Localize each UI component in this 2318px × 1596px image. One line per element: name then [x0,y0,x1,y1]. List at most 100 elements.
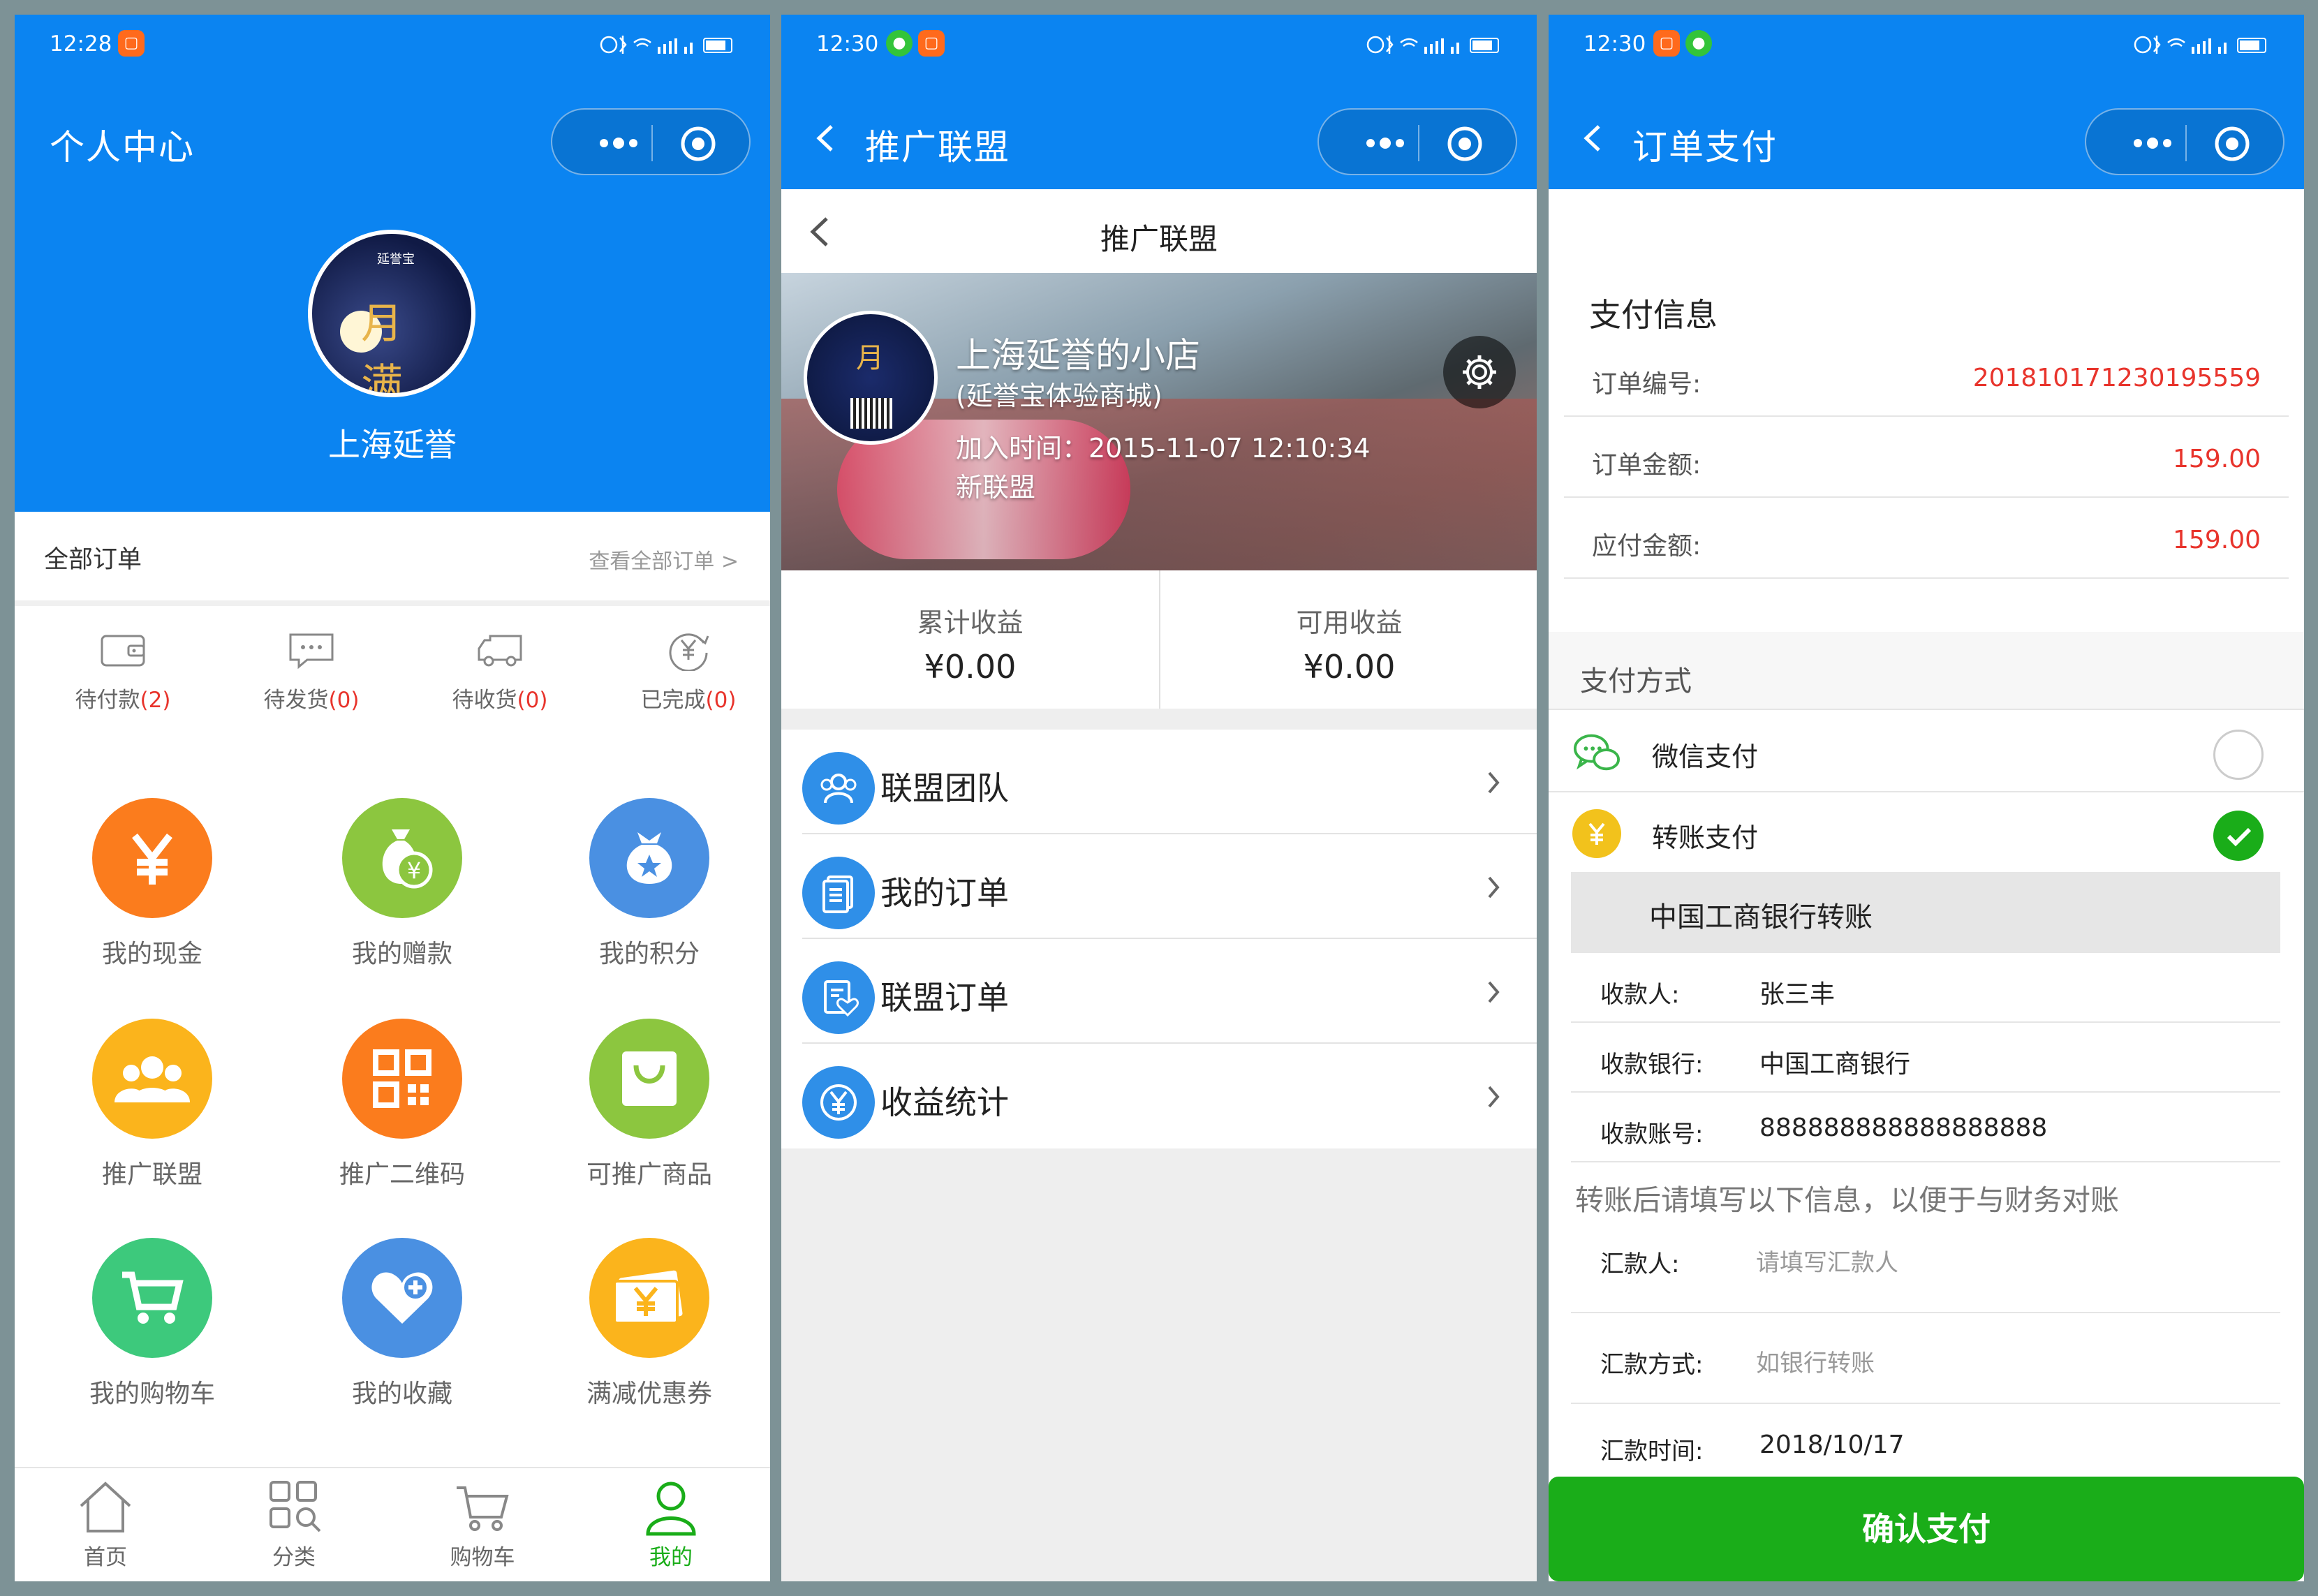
grid-promotable-goods[interactable]: 可推广商品 [545,1019,754,1190]
sub-header-title: 推广联盟 [1100,222,1218,256]
more-dots-icon[interactable] [1361,131,1410,156]
payment-method-title: 支付方式 [1580,665,1692,697]
row-value: 201810171230195559 [1972,364,2261,392]
system-status-icon [600,36,732,54]
order-status-pending-receipt[interactable]: 待收货(0) [406,629,594,714]
tab-label: 购物车 [450,1545,515,1570]
row-label: 应付金额: [1592,532,1701,561]
grid-label: 可推广商品 [586,1160,712,1189]
menu-label: 联盟订单 [880,979,1009,1017]
remit-method-row: 汇款方式: 如银行转账 [1571,1313,2280,1404]
alliance-order-icon [802,961,875,1034]
available-earnings: 可用收益 ¥0.00 [1160,570,1537,709]
yen-icon [1572,809,1621,858]
settings-button[interactable] [1443,336,1516,408]
row-label: 订单编号: [1592,370,1701,399]
wechat-notification-icon: ● [886,30,913,57]
avatar[interactable]: 延誉宝 月满 [308,230,475,397]
more-dots-icon[interactable] [594,131,643,156]
system-status-icon [1366,36,1499,54]
menu-item-team[interactable]: 联盟团队 [802,730,1537,834]
remit-method-input[interactable]: 如银行转账 [1756,1344,1875,1378]
chevron-right-icon [1488,876,1500,899]
grid-my-cash[interactable]: 我的现金 [47,798,257,970]
tab-label: 分类 [272,1545,316,1570]
row-value: 159.00 [2173,445,2261,473]
tab-category[interactable]: 分类 [224,1475,364,1571]
page-title: 推广联盟 [865,127,1010,168]
cart-icon [92,1238,212,1358]
screen-personal-center: 12:28 ▢ 个人中心 延誉宝 月满 上海延誉 全部订单 查看全部订单 > 待… [15,15,770,1581]
radio-checked[interactable] [2213,811,2264,861]
chevron-right-icon [1488,771,1500,794]
grid-my-points[interactable]: 我的积分 [545,798,754,970]
menu-item-earnings-stats[interactable]: 收益统计 [802,1044,1537,1148]
svg-text:¥: ¥ [407,857,421,884]
status-bar: 12:28 ▢ [15,15,770,84]
order-status-completed[interactable]: 已完成(0) [594,629,770,714]
radio-unchecked[interactable] [2213,730,2264,780]
remitter-input[interactable]: 请填写汇款人 [1756,1243,1898,1278]
pay-option-transfer[interactable]: 转账支付 [1549,792,2304,873]
menu-item-my-orders[interactable]: 我的订单 [802,834,1537,939]
order-status-pending-shipment[interactable]: 待发货(0) [217,629,406,714]
message-icon [289,633,334,670]
join-time: 加入时间：2015-11-07 12:10:34 [956,433,1371,464]
money-bag-icon: ¥ [342,798,462,918]
avatar-logo: 延誉宝 [377,252,415,267]
earning-label: 累计收益 [917,607,1024,638]
close-miniprogram-icon[interactable] [2213,125,2251,163]
tab-mine[interactable]: 我的 [601,1475,741,1571]
earning-value: ¥0.00 [1303,648,1396,686]
grid-my-favorites[interactable]: 我的收藏 [297,1238,507,1410]
shop-subtitle: (延誉宝体验商城) [956,380,1162,411]
pay-option-label: 微信支付 [1652,741,1759,772]
confirm-payment-button[interactable]: 确认支付 [1549,1477,2304,1581]
grid-coupons[interactable]: 满减优惠券 [545,1238,754,1410]
all-orders-row[interactable]: 全部订单 查看全部订单 > [15,512,770,606]
status-time: 12:30 [1584,31,1646,57]
tab-label: 首页 [84,1545,127,1570]
more-dots-icon[interactable] [2128,131,2177,156]
close-miniprogram-icon[interactable] [1446,125,1484,163]
grid-qrcode[interactable]: 推广二维码 [297,1019,507,1190]
close-miniprogram-icon[interactable] [679,125,717,163]
view-all-orders-link[interactable]: 查看全部订单 > [589,544,739,575]
remit-time-row: 汇款时间: 2018/10/17 [1571,1404,2280,1488]
grid-my-cart[interactable]: 我的购物车 [47,1238,257,1410]
remit-time-picker[interactable]: 2018/10/17 [1759,1431,1905,1459]
back-arrow-icon[interactable] [1577,121,1611,156]
pay-option-label: 转账支付 [1652,822,1759,853]
qrcode-icon [342,1019,462,1139]
order-status-pending-payment[interactable]: 待付款(2) [29,629,217,714]
pay-option-wechat[interactable]: 微信支付 [1549,711,2304,792]
earning-value: ¥0.00 [924,648,1017,686]
status-icons [1366,34,1505,55]
row-value: 159.00 [2173,526,2261,554]
app-notification-icon: ▢ [118,30,145,57]
status-time: 12:28 [50,31,112,57]
grid-alliance[interactable]: 推广联盟 [47,1019,257,1190]
alliance-menu: 联盟团队 我的订单 联盟订单 收益统计 [781,730,1537,1148]
status-count: (0) [705,688,737,713]
grid-my-gift-money[interactable]: ¥ 我的赠款 [297,798,507,970]
nav-bar: 推广联盟 [781,84,1537,189]
reconcile-note: 转账后请填写以下信息，以便于与财务对账 [1575,1183,2119,1217]
tab-cart[interactable]: 购物车 [413,1475,552,1571]
back-arrow-icon[interactable] [809,121,844,156]
info-value: 888888888888888888 [1759,1114,2048,1142]
username: 上海延誉 [328,426,457,464]
wechat-notification-icon: ● [1685,30,1712,57]
nav-bar: 订单支付 [1549,84,2304,189]
team-icon [802,752,875,825]
menu-item-alliance-orders[interactable]: 联盟订单 [802,939,1537,1044]
sub-header: 推广联盟 [781,189,1537,273]
status-icons [599,34,739,55]
tab-home[interactable]: 首页 [36,1475,175,1571]
menu-label: 我的订单 [880,874,1009,912]
nav-bar: 个人中心 [15,84,770,189]
grid-label: 推广二维码 [339,1160,465,1189]
check-icon [2227,827,2252,847]
menu-label: 收益统计 [880,1084,1009,1121]
star-bag-icon [589,798,709,918]
